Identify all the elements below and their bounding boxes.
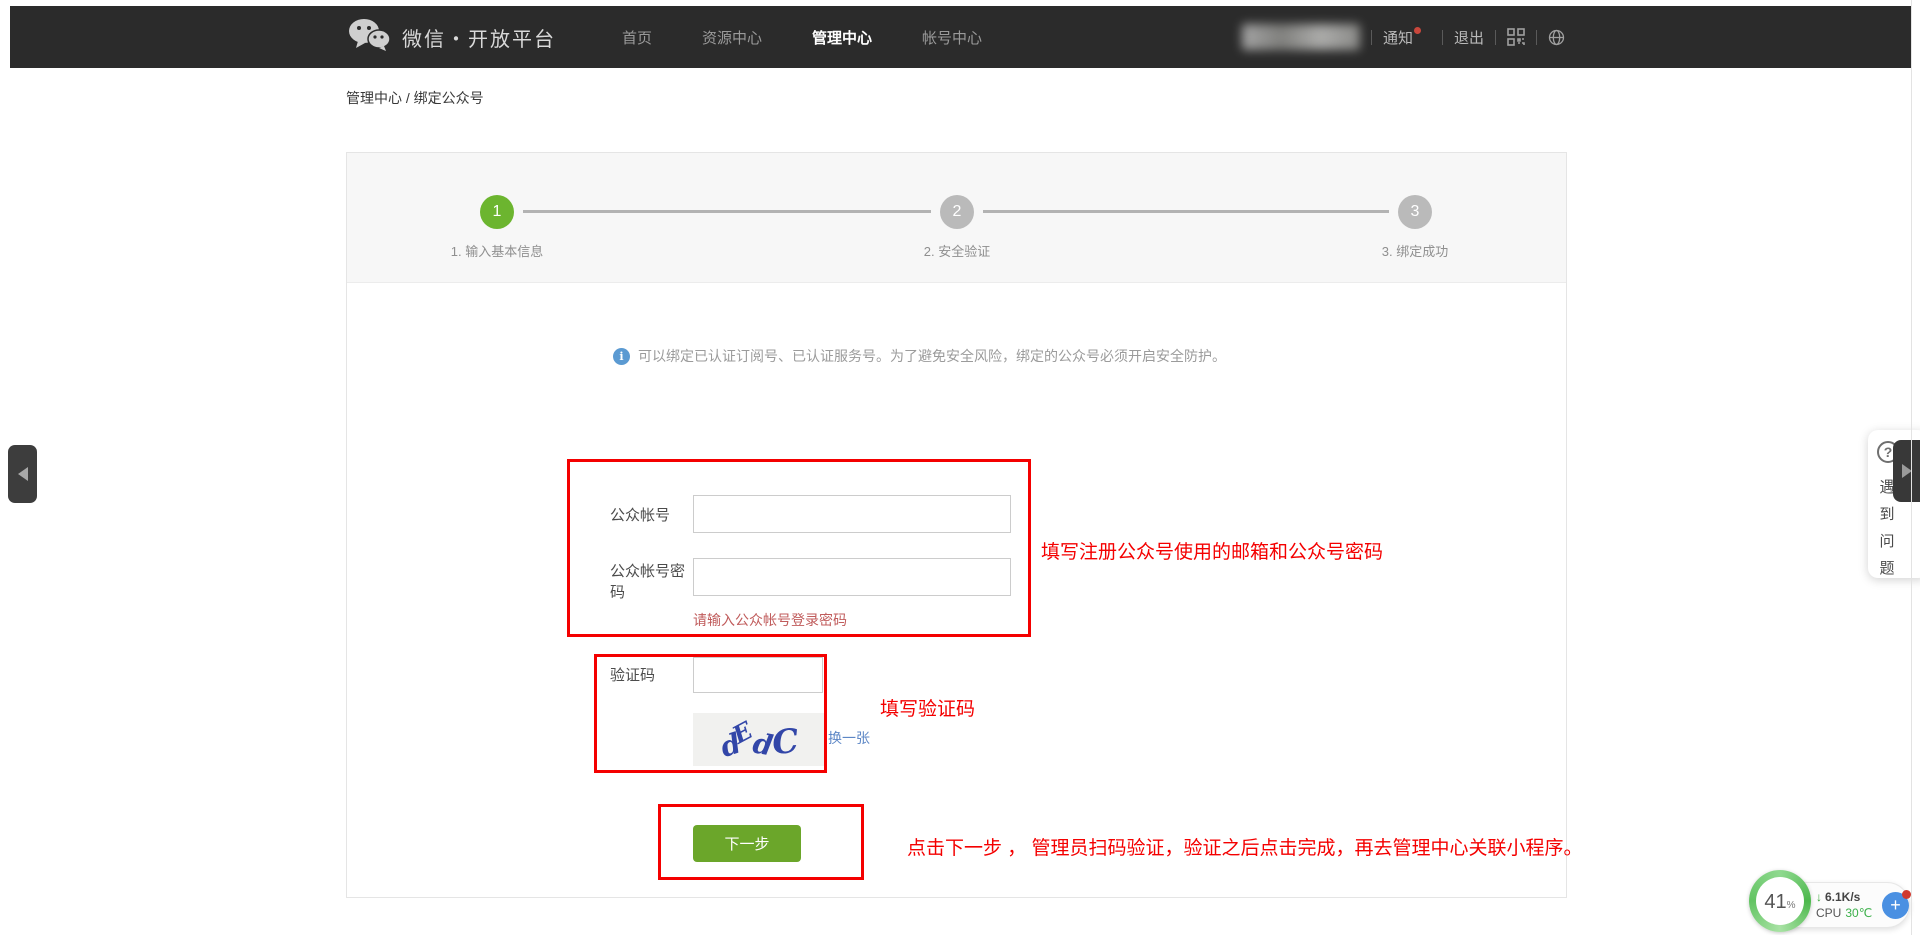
percent-readout: 41% (1756, 877, 1804, 925)
notifications-link[interactable]: 通知 (1383, 27, 1413, 48)
step-1-label: 1. 输入基本信息 (397, 241, 597, 260)
percent-value: 41 (1764, 891, 1786, 914)
chevron-right-icon (1902, 464, 1912, 478)
annotation-next-text: 点击下一步 ， 管理员扫码验证，验证之后点击完成，再去管理中心关联小程序。 (907, 833, 1583, 860)
brand-title: 微信・开放平台 (402, 23, 556, 52)
top-navigation: 首页 资源中心 管理中心 帐号中心 (622, 27, 982, 48)
qrcode-icon[interactable] (1507, 28, 1525, 46)
wechat-logo-icon (348, 18, 392, 57)
language-globe-icon[interactable] (1548, 29, 1565, 46)
net-speed-value: 6.1K/s (1825, 890, 1860, 904)
download-arrow-icon: ↓ (1816, 890, 1822, 904)
captcha-char: C (770, 721, 800, 763)
nav-home[interactable]: 首页 (622, 27, 652, 48)
nav-resource-center[interactable]: 资源中心 (702, 27, 762, 48)
steps-header: 1 2 3 1. 输入基本信息 2. 安全验证 3. 绑定成功 (347, 153, 1566, 283)
nav-management-center[interactable]: 管理中心 (812, 27, 872, 48)
window-right-edge (1911, 0, 1912, 935)
plus-icon: + (1890, 895, 1901, 916)
monitor-stats: ↓6.1K/s CPU 30℃ (1816, 889, 1872, 921)
chevron-left-icon (18, 467, 28, 481)
step-2-circle: 2 (940, 195, 974, 229)
step-3-label: 3. 绑定成功 (1315, 241, 1515, 260)
account-input[interactable] (693, 495, 1011, 533)
password-input[interactable] (693, 558, 1011, 596)
step-connector (523, 210, 931, 213)
annotation-credentials-text: 填写注册公众号使用的邮箱和公众号密码 (1041, 537, 1383, 564)
screen: 微信・开放平台 首页 资源中心 管理中心 帐号中心 通知 退出 (0, 0, 1920, 935)
monitor-alert-dot (1902, 890, 1911, 899)
help-char: 问 (1872, 528, 1902, 555)
notice-text: 可以绑定已认证订阅号、已认证服务号。为了避免安全风险，绑定的公众号必须开启安全防… (638, 346, 1226, 366)
topbar-right: 通知 退出 (1242, 6, 1565, 68)
brand: 微信・开放平台 (348, 18, 556, 57)
divider (1442, 30, 1443, 45)
monitor-plus-button[interactable]: + (1882, 892, 1909, 919)
info-icon: i (613, 348, 630, 365)
divider (1495, 30, 1496, 45)
step-3-circle: 3 (1398, 195, 1432, 229)
captcha-label: 验证码 (610, 665, 680, 686)
notification-dot (1414, 27, 1421, 34)
help-char: 题 (1872, 555, 1902, 582)
annotation-captcha-text: 填写验证码 (880, 694, 975, 721)
nav-account-center[interactable]: 帐号中心 (922, 27, 982, 48)
cpu-temp-value: 30℃ (1845, 906, 1872, 920)
cpu-status: CPU 30℃ (1816, 905, 1872, 921)
username-redacted[interactable] (1242, 24, 1360, 50)
topbar: 微信・开放平台 首页 资源中心 管理中心 帐号中心 通知 退出 (10, 6, 1911, 68)
captcha-image[interactable]: d E d C (693, 713, 824, 766)
collapse-left-button[interactable] (8, 445, 37, 503)
network-speed: ↓6.1K/s (1816, 889, 1872, 905)
captcha-refresh-link[interactable]: 换一张 (828, 728, 870, 748)
password-label: 公众帐号密码 (610, 561, 694, 603)
divider (1371, 30, 1372, 45)
captcha-input[interactable] (693, 657, 823, 693)
breadcrumb: 管理中心 / 绑定公众号 (346, 88, 484, 108)
percent-unit: % (1787, 900, 1796, 911)
logout-link[interactable]: 退出 (1454, 27, 1484, 48)
bind-notice: i 可以绑定已认证订阅号、已认证服务号。为了避免安全风险，绑定的公众号必须开启安… (613, 346, 1226, 366)
password-error-text: 请输入公众帐号登录密码 (693, 610, 847, 630)
divider (1536, 30, 1537, 45)
account-label: 公众帐号 (610, 505, 700, 526)
cpu-label: CPU (1816, 906, 1841, 920)
bind-account-panel: 1 2 3 1. 输入基本信息 2. 安全验证 3. 绑定成功 i 可以绑定已认… (346, 152, 1567, 898)
step-1-circle: 1 (480, 195, 514, 229)
next-step-button[interactable]: 下一步 (693, 825, 801, 862)
step-connector (983, 210, 1389, 213)
expand-right-button[interactable] (1893, 440, 1920, 502)
step-2-label: 2. 安全验证 (857, 241, 1057, 260)
help-char: 到 (1872, 501, 1902, 528)
battery-percent-ring[interactable]: 41% (1749, 870, 1811, 932)
